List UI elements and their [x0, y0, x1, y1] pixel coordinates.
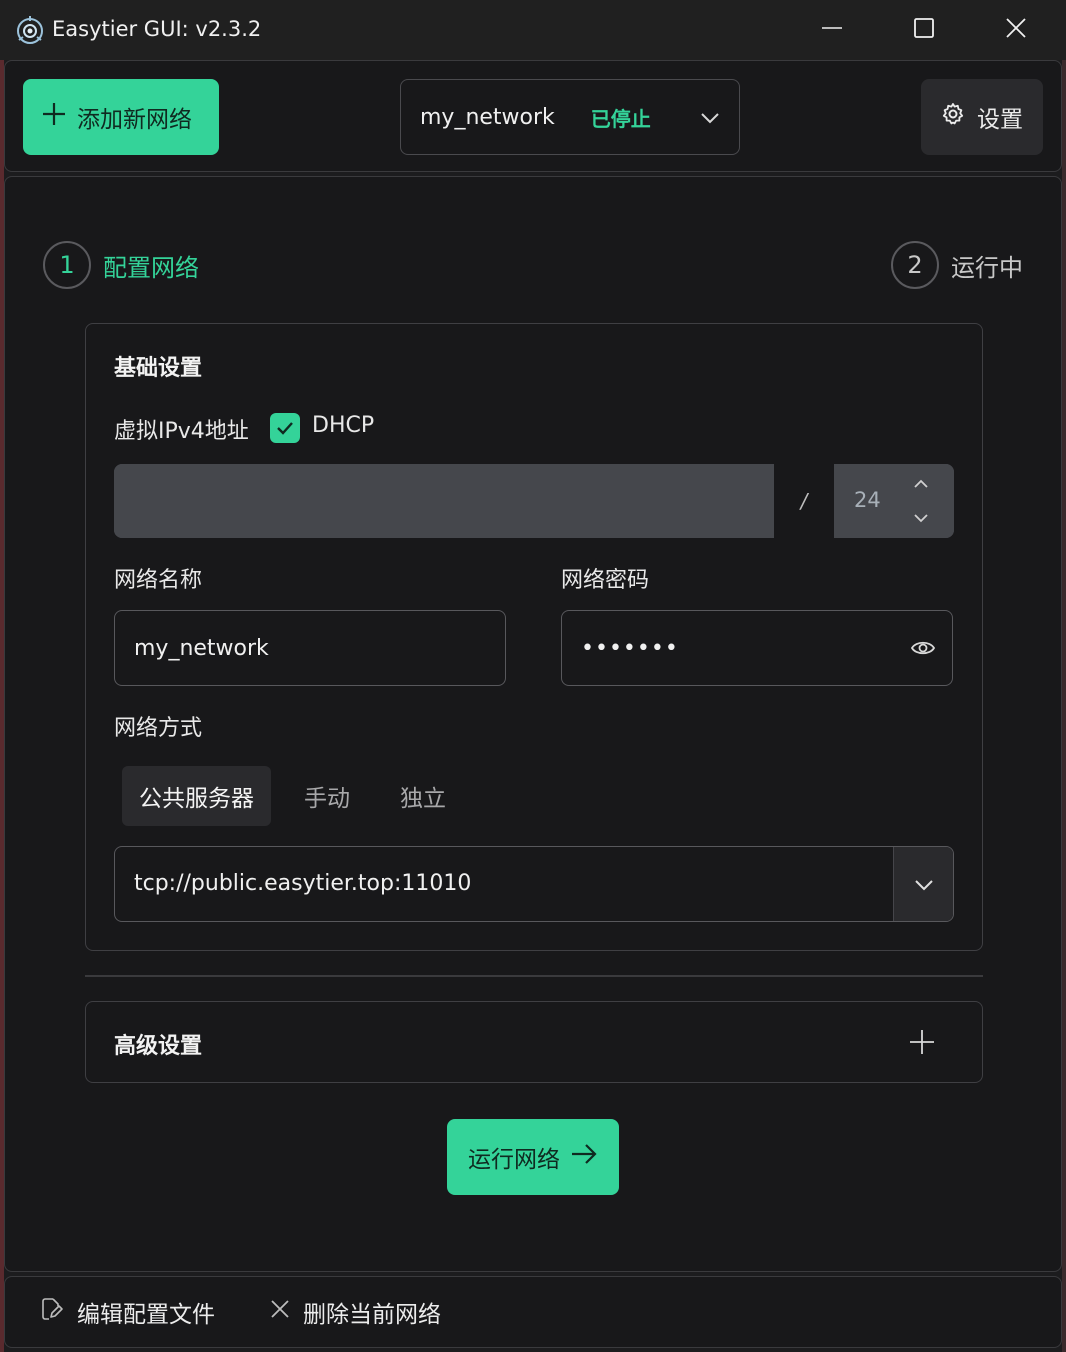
- network-status-badge: 已停止: [590, 106, 651, 131]
- chevron-down-icon: [699, 107, 721, 133]
- arrow-right-icon: [570, 1142, 598, 1172]
- network-secret-label: 网络密码: [561, 568, 650, 593]
- run-network-button[interactable]: 运行网络: [447, 1119, 619, 1195]
- advanced-settings-title: 高级设置: [114, 1034, 203, 1059]
- settings-button[interactable]: 设置: [921, 79, 1043, 155]
- main-panel: 1 配置网络 2 运行中 基础设置 虚拟IPv4地址 DHCP / 24 网络名…: [4, 176, 1062, 1272]
- footer-bar: 编辑配置文件 删除当前网络: [4, 1276, 1062, 1348]
- public-server-select[interactable]: tcp://public.easytier.top:11010: [114, 846, 954, 922]
- title-bar: Easytier GUI: v2.3.2: [0, 0, 1066, 60]
- ipv4-input-group: / 24: [114, 464, 954, 538]
- close-icon: [269, 1298, 291, 1326]
- step-configure: 1 配置网络: [43, 241, 199, 289]
- toolbar: 添加新网络 my_network 已停止 设置: [4, 60, 1062, 172]
- edit-config-label: 编辑配置文件: [77, 1302, 215, 1328]
- window-title: Easytier GUI: v2.3.2: [52, 17, 262, 41]
- dhcp-checkbox[interactable]: [270, 413, 300, 443]
- edit-file-icon: [39, 1296, 65, 1328]
- network-secret-value: •••••••: [581, 635, 679, 661]
- step-number: 1: [43, 241, 91, 289]
- public-server-value: tcp://public.easytier.top:11010: [134, 871, 472, 896]
- edit-config-button[interactable]: 编辑配置文件: [39, 1295, 215, 1329]
- eye-icon[interactable]: [910, 637, 936, 665]
- gear-icon: [941, 102, 965, 132]
- network-name-value: my_network: [134, 635, 269, 661]
- tab-public-server[interactable]: 公共服务器: [122, 766, 271, 826]
- network-mode-label: 网络方式: [114, 716, 203, 741]
- network-select-name: my_network: [420, 104, 555, 130]
- network-mode-tabs: 公共服务器 手动 独立: [122, 766, 479, 826]
- close-icon: [1005, 17, 1027, 43]
- window-edge-right: [1062, 60, 1066, 1352]
- minimize-button[interactable]: [786, 0, 878, 60]
- chevron-down-icon[interactable]: [912, 510, 930, 530]
- network-secret-input[interactable]: •••••••: [561, 610, 953, 686]
- chevron-up-icon[interactable]: [912, 476, 930, 496]
- step-number: 2: [891, 241, 939, 289]
- public-server-dropdown-button[interactable]: [893, 847, 953, 921]
- network-select-dropdown[interactable]: my_network 已停止: [400, 79, 740, 155]
- ipv4-address-input[interactable]: [114, 464, 774, 538]
- maximize-icon: [913, 17, 935, 43]
- network-name-input[interactable]: my_network: [114, 610, 506, 686]
- add-network-label: 添加新网络: [77, 107, 192, 133]
- run-network-label: 运行网络: [468, 1147, 560, 1173]
- maximize-button[interactable]: [878, 0, 970, 60]
- close-button[interactable]: [970, 0, 1062, 60]
- basic-settings-card: 基础设置 虚拟IPv4地址 DHCP / 24 网络名称 网络密码 my_net…: [85, 323, 983, 951]
- delete-network-label: 删除当前网络: [303, 1302, 441, 1328]
- prefix-length-stepper[interactable]: 24: [834, 464, 954, 538]
- chevron-down-icon: [914, 880, 933, 891]
- virtual-ipv4-label: 虚拟IPv4地址: [114, 419, 249, 444]
- checkmark-icon: [277, 422, 293, 435]
- settings-label: 设置: [977, 107, 1023, 133]
- delete-network-button[interactable]: 删除当前网络: [269, 1295, 441, 1329]
- basic-settings-title: 基础设置: [114, 356, 203, 381]
- plus-icon: [41, 101, 67, 133]
- step-label: 配置网络: [103, 253, 199, 282]
- advanced-settings-panel[interactable]: 高级设置: [85, 1001, 983, 1083]
- prefix-separator: /: [774, 464, 834, 538]
- network-name-label: 网络名称: [114, 568, 203, 593]
- tab-standalone[interactable]: 独立: [383, 766, 463, 826]
- expand-plus-icon[interactable]: [908, 1028, 936, 1060]
- prefix-length-value: 24: [854, 488, 881, 512]
- tab-manual[interactable]: 手动: [287, 766, 367, 826]
- minimize-icon: [821, 17, 843, 43]
- dhcp-label: DHCP: [312, 413, 375, 438]
- step-label: 运行中: [951, 253, 1023, 282]
- add-network-button[interactable]: 添加新网络: [23, 79, 219, 155]
- app-logo-icon: [14, 14, 46, 46]
- section-divider: [85, 975, 983, 977]
- step-running: 2 运行中: [891, 241, 1023, 289]
